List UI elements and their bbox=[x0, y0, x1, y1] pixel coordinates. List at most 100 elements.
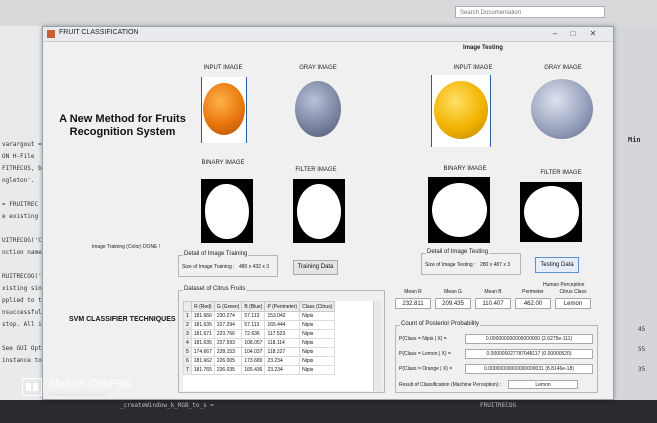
table-cell[interactable]: 118.114 bbox=[264, 338, 301, 348]
maximize-button[interactable]: □ bbox=[565, 28, 581, 40]
table-cell[interactable]: 23.234 bbox=[264, 356, 301, 366]
dataset-column-header[interactable]: R (Red) bbox=[190, 301, 215, 312]
human-perception-label: Human Perception bbox=[543, 282, 585, 288]
posterior-probability-title: Count of Posterior Probability bbox=[400, 321, 481, 327]
code-line: nsuccessful bbox=[2, 309, 42, 316]
table-cell[interactable]: 72.636 bbox=[241, 329, 266, 339]
table-cell[interactable]: 181.635 bbox=[190, 320, 215, 330]
table-cell[interactable]: 181.666 bbox=[190, 311, 215, 321]
table-cell[interactable]: 236.035 bbox=[213, 365, 243, 375]
code-line: nction name bbox=[2, 249, 42, 256]
axis-left-line bbox=[431, 75, 432, 147]
code-line: xisting sing bbox=[2, 285, 42, 292]
table-row[interactable]: 6 181.662 226.005 173.680 23.234 Nipis bbox=[183, 356, 336, 366]
table-cell[interactable]: Nipis bbox=[299, 347, 336, 357]
search-documentation-field[interactable]: Search Documentation bbox=[455, 6, 605, 18]
testing-binary-image bbox=[428, 177, 490, 243]
dataset-scrollbar[interactable] bbox=[373, 301, 382, 391]
dataset-column-header[interactable]: B (Blue) bbox=[241, 301, 266, 312]
code-lines: varargout = ON H-File FITRECOS, b ngleton'… bbox=[2, 141, 42, 369]
table-row[interactable]: 1 181.666 230.274 57.113 153.042 Nipis bbox=[183, 311, 336, 321]
table-cell[interactable]: 57.113 bbox=[241, 320, 266, 330]
table-cell[interactable]: 173.680 bbox=[241, 356, 266, 366]
row-number-cell[interactable]: 1 bbox=[183, 311, 192, 321]
table-cell[interactable]: 104.037 bbox=[241, 347, 266, 357]
probability-row: P(Class = Lemon | X) = 0.0000000277870481… bbox=[399, 348, 595, 360]
heading-line-2: Recognition System bbox=[69, 126, 176, 138]
table-cell[interactable]: 181.671 bbox=[190, 329, 215, 339]
row-number-cell[interactable]: 3 bbox=[183, 329, 192, 339]
table-cell[interactable]: 165.436 bbox=[241, 365, 266, 375]
training-size-label: Size of Image Training : bbox=[182, 264, 235, 270]
probability-row: P(Class = Orange | X) = 0.000000000000000… bbox=[399, 363, 595, 375]
matlab-app-icon bbox=[47, 30, 55, 38]
table-cell[interactable]: Nipis bbox=[299, 329, 336, 339]
table-cell[interactable]: Nipis bbox=[299, 338, 336, 348]
table-cell[interactable]: 117.523 bbox=[264, 329, 301, 339]
row-number-cell[interactable]: 2 bbox=[183, 320, 192, 330]
code-line: ON H-File bbox=[2, 153, 35, 160]
table-cell[interactable]: 181.662 bbox=[190, 356, 215, 366]
mean-label: Citrus Class bbox=[559, 289, 587, 295]
mean-value-field: 232.811 bbox=[395, 298, 431, 309]
table-cell[interactable]: 23.234 bbox=[264, 365, 301, 375]
training-input-image-label: INPUT IMAGE bbox=[203, 65, 243, 71]
min-label: Min bbox=[628, 136, 641, 144]
dataset-title: Dataset of Citrus Fruits bbox=[183, 286, 247, 292]
table-cell[interactable]: 227.294 bbox=[213, 320, 243, 330]
title-bar[interactable]: FRUIT CLASSIFICATION – □ ✕ bbox=[43, 27, 613, 42]
oneplus-logo-icon bbox=[22, 378, 42, 396]
table-row[interactable]: 4 181.635 227.593 108.057 118.114 Nipis bbox=[183, 338, 336, 348]
table-cell[interactable]: Nipis bbox=[299, 311, 336, 321]
dataset-column-header[interactable]: P (Perimeter) bbox=[264, 301, 301, 312]
row-number-cell[interactable]: 6 bbox=[183, 356, 192, 366]
testing-filter-image bbox=[520, 182, 582, 242]
code-line: pplied to th bbox=[2, 297, 42, 304]
dataset-column-header[interactable]: Class (Citrus) bbox=[299, 301, 336, 312]
mean-label: Perimeter bbox=[522, 289, 544, 295]
table-row[interactable]: 5 174.667 228.153 104.037 118.227 Nipis bbox=[183, 347, 336, 357]
table-row[interactable]: 7 181.765 236.035 165.436 23.234 Nipis bbox=[183, 365, 336, 375]
mean-value-field: Lemon bbox=[555, 298, 591, 309]
code-line: FITRECOS, b bbox=[2, 165, 42, 172]
table-cell[interactable]: 57.113 bbox=[241, 311, 266, 321]
row-number-cell[interactable]: 7 bbox=[183, 365, 192, 375]
dataset-table-container[interactable]: R (Red) G (Green) B (Blue) P (Perimeter) Cla… bbox=[183, 301, 373, 391]
code-line: varargout = bbox=[2, 141, 42, 148]
testing-data-button[interactable]: Testing Data bbox=[535, 257, 579, 273]
table-cell[interactable]: 226.005 bbox=[213, 356, 243, 366]
table-cell[interactable]: 181.635 bbox=[190, 338, 215, 348]
table-row[interactable]: 2 181.635 227.294 57.113 165.444 Nipis bbox=[183, 320, 336, 330]
training-data-button[interactable]: Training Data bbox=[293, 260, 338, 275]
row-number-cell[interactable]: 4 bbox=[183, 338, 192, 348]
close-button[interactable]: ✕ bbox=[585, 28, 601, 40]
dataset-column-header[interactable] bbox=[183, 301, 192, 312]
table-cell[interactable]: 227.593 bbox=[213, 338, 243, 348]
table-cell[interactable]: 228.153 bbox=[213, 347, 243, 357]
watermark-title: Shot on OnePlus bbox=[48, 378, 132, 390]
table-cell[interactable]: Nipis bbox=[299, 320, 336, 330]
table-cell[interactable]: Nipis bbox=[299, 356, 336, 366]
table-cell[interactable]: 230.274 bbox=[213, 311, 243, 321]
table-cell[interactable]: 153.042 bbox=[264, 311, 301, 321]
training-status-text: Image Training (Color) DONE ! bbox=[91, 244, 161, 250]
dataset-column-header[interactable]: G (Green) bbox=[213, 301, 243, 312]
table-cell[interactable]: Nipis bbox=[299, 365, 336, 375]
table-row[interactable]: 3 181.671 223.766 72.636 117.523 Nipis bbox=[183, 329, 336, 339]
app-heading: A New Method for Fruits Recognition Syst… bbox=[55, 113, 190, 139]
probability-label: P(Class = Orange | X) = bbox=[399, 366, 453, 372]
training-binary-image bbox=[201, 179, 253, 243]
table-cell[interactable]: 174.667 bbox=[190, 347, 215, 357]
table-cell[interactable]: 118.227 bbox=[264, 347, 301, 357]
table-cell[interactable]: 108.057 bbox=[241, 338, 266, 348]
table-cell[interactable]: 223.766 bbox=[213, 329, 243, 339]
minimize-button[interactable]: – bbox=[547, 28, 563, 40]
window-title: FRUIT CLASSIFICATION bbox=[59, 29, 139, 36]
table-cell[interactable]: 181.765 bbox=[190, 365, 215, 375]
table-cell[interactable]: 165.444 bbox=[264, 320, 301, 330]
row-number-cell[interactable]: 5 bbox=[183, 347, 192, 357]
mean-values-row: Mean R 232.811 Mean G 209.435 Mean B 110.407 P… bbox=[395, 289, 595, 319]
fruit-classification-window: FRUIT CLASSIFICATION – □ ✕ A New Method … bbox=[42, 26, 614, 400]
